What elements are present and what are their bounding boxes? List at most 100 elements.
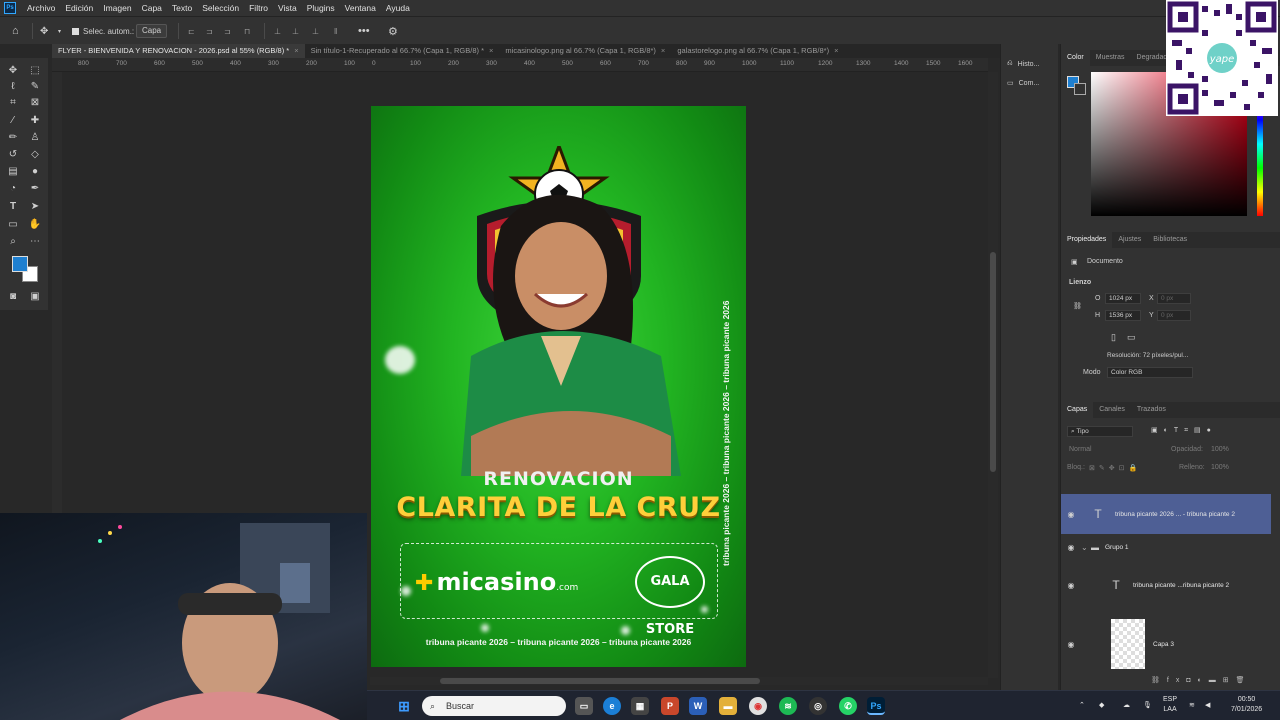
chrome-icon[interactable]: ◉	[749, 697, 767, 715]
crop-tool-icon[interactable]: ⌗	[6, 96, 20, 110]
portrait-orientation-icon[interactable]: ▯	[1111, 332, 1116, 343]
blend-mode-select[interactable]: Normal	[1069, 446, 1092, 453]
screen-mode-icon[interactable]: ▣	[28, 290, 42, 304]
tab-galastorelogo[interactable]: galastorelogo.png al 66.7% (Capa 1, RGB/…	[671, 44, 844, 58]
cloud-icon[interactable]: ☁	[1123, 701, 1130, 711]
distribute-icon[interactable]: ⊥	[274, 23, 281, 39]
eye-icon[interactable]: ◉	[1061, 510, 1081, 519]
word-icon[interactable]: W	[689, 697, 707, 715]
comments-panel-button[interactable]: ▭ Com...	[1007, 79, 1039, 88]
lasso-tool-icon[interactable]: ℓ	[6, 80, 20, 94]
bg-color-swatch[interactable]	[1074, 83, 1086, 95]
layer-filter-select[interactable]: ⌕ Tipo	[1067, 426, 1133, 437]
distribute-bottom-icon[interactable]: ⊥	[312, 23, 319, 39]
eraser-tool-icon[interactable]: ◇	[28, 148, 42, 162]
move-tool-icon[interactable]: ✥	[40, 23, 48, 39]
quick-mask-icon[interactable]: ◙	[6, 290, 20, 304]
chevron-down-icon[interactable]: ▾	[58, 23, 61, 39]
tab-flyer[interactable]: FLYER - BIENVENIDA Y RENOVACION - 2026.p…	[52, 44, 305, 58]
menu-filtro[interactable]: Filtro	[244, 3, 273, 13]
align-center-icon[interactable]: ⊐	[206, 23, 213, 39]
color-mode-select[interactable]: Color RGB	[1107, 367, 1193, 378]
eyedropper-icon[interactable]: ⁄	[6, 114, 20, 128]
history-brush-icon[interactable]: ↺	[6, 148, 20, 162]
layer-item[interactable]: ◉ T tribuna picante 2026 ... - tribuna p…	[1061, 494, 1271, 534]
align-right-icon[interactable]: ⊐	[224, 23, 231, 39]
canvas-x-field[interactable]: 0 px	[1157, 293, 1191, 304]
eye-icon[interactable]: ◉	[1061, 543, 1081, 552]
tab-propiedades[interactable]: Propiedades	[1061, 232, 1113, 248]
menu-vista[interactable]: Vista	[273, 3, 302, 13]
menu-plugins[interactable]: Plugins	[302, 3, 340, 13]
lock-icons[interactable]: ⊠✎✥⊡🔒	[1089, 464, 1141, 472]
whatsapp-icon[interactable]: ✆	[839, 697, 857, 715]
blur-tool-icon[interactable]: ●	[28, 165, 42, 179]
network-icon[interactable]: ◆	[1099, 701, 1104, 711]
language-indicator[interactable]: ESP LAA	[1163, 695, 1177, 715]
canvas-height-field[interactable]: 1536 px	[1105, 310, 1141, 321]
align-top-icon[interactable]: ⊓	[244, 23, 250, 39]
task-view-icon[interactable]: ▭	[575, 697, 593, 715]
hand-tool-icon[interactable]: ✋	[28, 218, 42, 232]
fill-field[interactable]: 100%	[1211, 464, 1229, 471]
tab-bibliotecas[interactable]: Bibliotecas	[1147, 232, 1193, 248]
path-select-icon[interactable]: ➤	[28, 200, 42, 214]
horizontal-scrollbar[interactable]	[370, 677, 988, 685]
tab-sin-titulo[interactable]: Sin título-1-Recuperado al 66.7% (Capa 1…	[305, 44, 500, 58]
distribute-h-icon[interactable]: ‖	[334, 23, 337, 39]
menu-imagen[interactable]: Imagen	[98, 3, 136, 13]
file-explorer-icon[interactable]: ▬	[719, 697, 737, 715]
obs-icon[interactable]: ◎	[809, 697, 827, 715]
tab-canales[interactable]: Canales	[1093, 402, 1131, 418]
taskbar-search-input[interactable]: ⌕ Buscar	[422, 696, 566, 716]
link-icon[interactable]: ⛓	[1073, 302, 1082, 310]
edge-icon[interactable]: e	[603, 697, 621, 715]
eye-icon[interactable]: ◉	[1061, 640, 1081, 649]
chevron-down-icon[interactable]: ⌄	[1081, 543, 1091, 552]
dodge-tool-icon[interactable]: ◔	[6, 182, 20, 196]
rectangle-tool-icon[interactable]: ▭	[6, 218, 20, 232]
close-icon[interactable]: ×	[294, 46, 298, 55]
layer-item[interactable]: ◉ Capa 3	[1061, 618, 1271, 670]
chevron-up-icon[interactable]: ⌃	[1079, 701, 1085, 711]
menu-ventana[interactable]: Ventana	[340, 3, 381, 13]
menu-edicion[interactable]: Edición	[60, 3, 98, 13]
layer-actions-icons[interactable]: ⛓fx◘◐▬⊞🗑	[1151, 676, 1252, 684]
home-icon[interactable]: ⌂	[12, 23, 19, 39]
flyer-document[interactable]: RENOVACION CLARITA DE LA CRUZ ✚ micasino.…	[371, 106, 746, 667]
tab-trazados[interactable]: Trazados	[1131, 402, 1172, 418]
menu-ayuda[interactable]: Ayuda	[381, 3, 415, 13]
type-tool-icon[interactable]: T	[6, 200, 20, 214]
menu-archivo[interactable]: Archivo	[22, 3, 60, 13]
canvas-y-field[interactable]: 0 px	[1157, 310, 1191, 321]
stamp-tool-icon[interactable]: ♙	[28, 131, 42, 145]
gradient-tool-icon[interactable]: ▤	[6, 165, 20, 179]
vertical-scrollbar[interactable]	[988, 72, 998, 678]
layer-filter-icons[interactable]: ▣◐T⌗▤●	[1151, 426, 1217, 435]
brush-tool-icon[interactable]: ✏	[6, 131, 20, 145]
pen-tool-icon[interactable]: ✒	[28, 182, 42, 196]
layer-group-item[interactable]: ◉ ⌄ ▬ Grupo 1	[1061, 534, 1271, 560]
photoshop-taskbar-icon[interactable]: Ps	[867, 697, 885, 715]
target-select[interactable]: Capa	[136, 23, 168, 39]
menu-seleccion[interactable]: Selección	[197, 3, 244, 13]
close-icon[interactable]: ×	[661, 46, 665, 55]
canvas-width-field[interactable]: 1024 px	[1105, 293, 1141, 304]
history-panel-button[interactable]: ⎌ Histo...	[1007, 60, 1039, 68]
microphone-icon[interactable]: 🎙	[1143, 701, 1152, 711]
gear-icon[interactable]: ⚙	[388, 23, 398, 39]
menu-texto[interactable]: Texto	[167, 3, 197, 13]
marquee-tool-icon[interactable]: ⬚	[28, 64, 42, 78]
store-icon[interactable]: ▦	[631, 697, 649, 715]
spotify-icon[interactable]: ≋	[779, 697, 797, 715]
close-icon[interactable]: ×	[489, 46, 493, 55]
distribute-middle-icon[interactable]: ⊥	[292, 23, 299, 39]
tab-muestras[interactable]: Muestras	[1090, 50, 1131, 66]
tab-capas[interactable]: Capas	[1061, 402, 1094, 418]
move-tool-icon[interactable]: ✥	[6, 64, 20, 78]
layer-item[interactable]: ◉ T tribuna picante ...ribuna picante 2	[1061, 568, 1271, 602]
landscape-orientation-icon[interactable]: ▭	[1127, 332, 1136, 343]
menu-capa[interactable]: Capa	[137, 3, 167, 13]
volume-icon[interactable]: ◀	[1205, 701, 1210, 711]
frame-tool-icon[interactable]: ⊠	[28, 96, 42, 110]
